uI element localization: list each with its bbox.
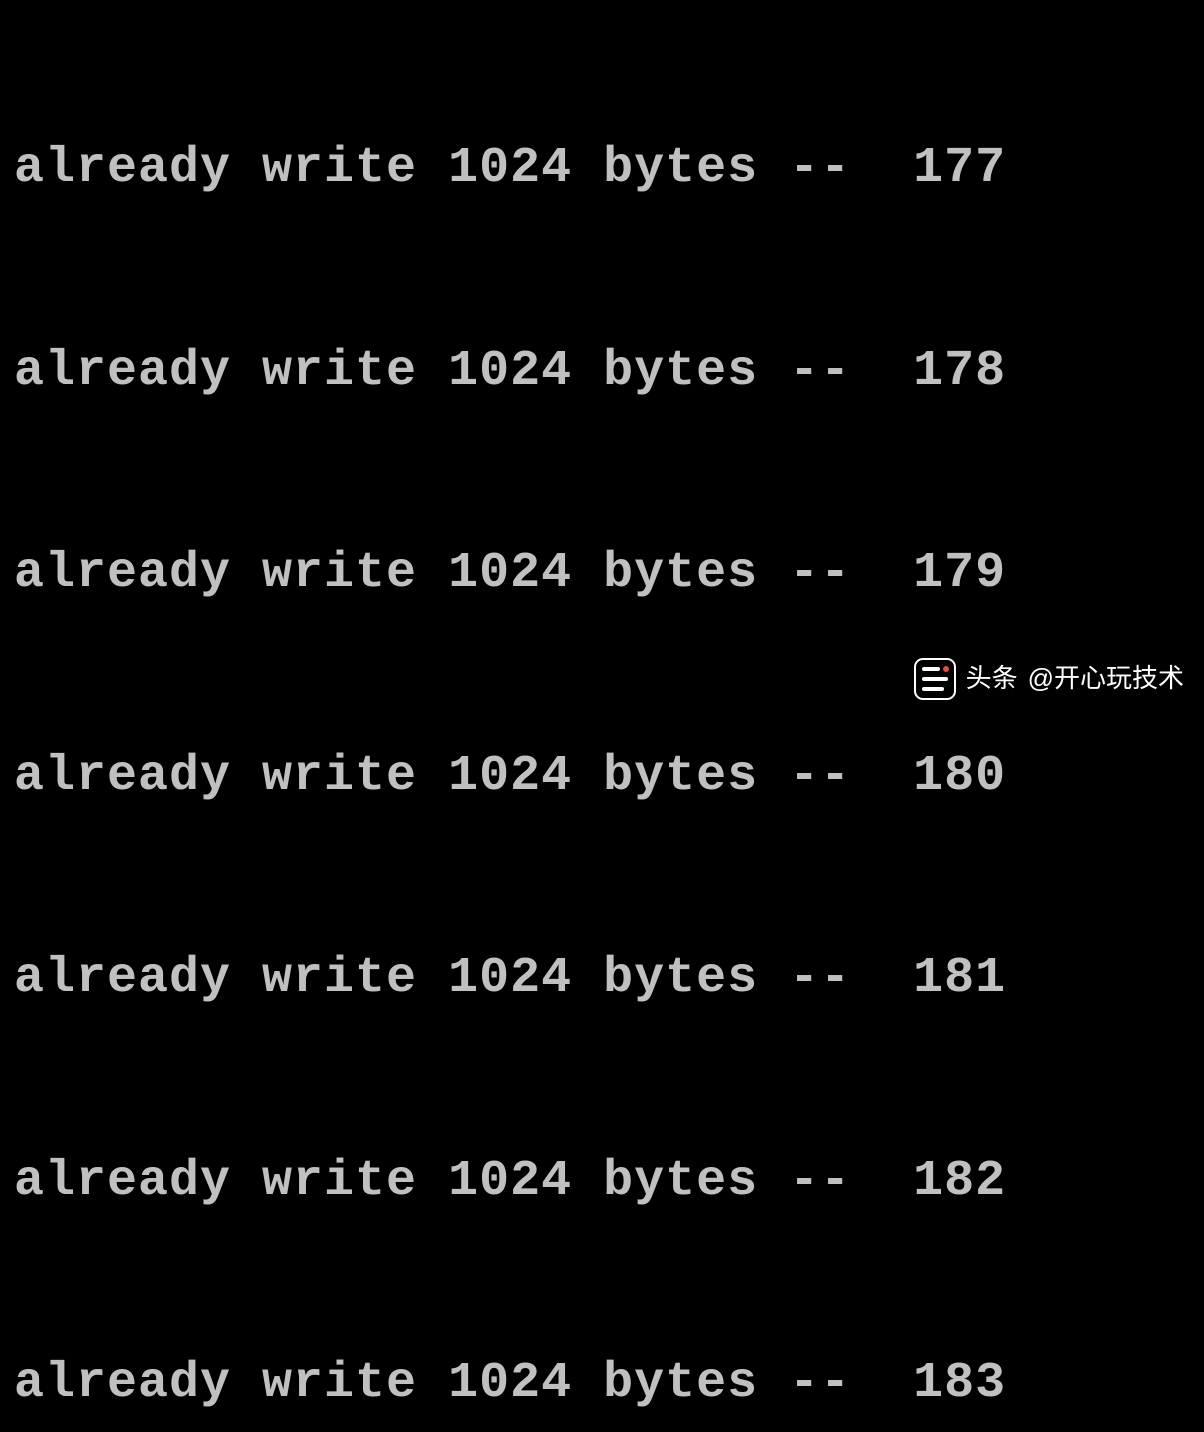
watermark-label: 头条: [966, 661, 1018, 696]
terminal-output: already write 1024 bytes -- 177 already …: [14, 0, 1204, 1432]
output-line: already write 1024 bytes -- 178: [14, 338, 1204, 406]
watermark: 头条 @开心玩技术: [914, 658, 1184, 700]
output-line: already write 1024 bytes -- 179: [14, 540, 1204, 608]
output-line: already write 1024 bytes -- 182: [14, 1148, 1204, 1216]
output-line: already write 1024 bytes -- 181: [14, 945, 1204, 1013]
output-line: already write 1024 bytes -- 177: [14, 135, 1204, 203]
watermark-author: @开心玩技术: [1028, 661, 1184, 696]
toutiao-icon: [914, 658, 956, 700]
output-line: already write 1024 bytes -- 183: [14, 1350, 1204, 1418]
output-line: already write 1024 bytes -- 180: [14, 743, 1204, 811]
